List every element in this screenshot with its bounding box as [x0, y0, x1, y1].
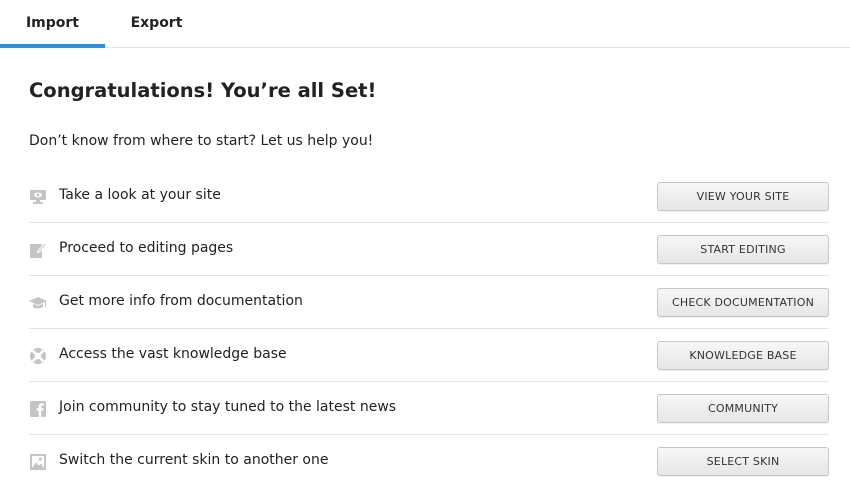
monitor-icon: [30, 190, 46, 204]
action-label: Get more info from documentation: [59, 293, 303, 309]
action-label: Join community to stay tuned to the late…: [59, 399, 397, 415]
action-row-community: Join community to stay tuned to the late…: [29, 382, 829, 435]
page-subtitle: Don’t know from where to start? Let us h…: [29, 133, 374, 149]
community-button[interactable]: COMMUNITY: [657, 394, 829, 423]
action-list: Take a look at your site VIEW YOUR SITE …: [29, 170, 829, 488]
select-skin-button[interactable]: SELECT SKIN: [657, 447, 829, 476]
image-icon: [30, 454, 46, 470]
lifebuoy-icon: [30, 348, 46, 364]
action-row-start-editing: Proceed to editing pages START EDITING: [29, 223, 829, 276]
tab-import[interactable]: Import: [0, 0, 105, 48]
tab-bar: Import Export: [0, 0, 850, 48]
action-label: Take a look at your site: [59, 187, 221, 203]
edit-icon: [30, 242, 47, 258]
action-row-view-site: Take a look at your site VIEW YOUR SITE: [29, 170, 829, 223]
action-label: Proceed to editing pages: [59, 240, 234, 256]
action-label: Access the vast knowledge base: [59, 346, 287, 362]
action-label: Switch the current skin to another one: [59, 452, 329, 468]
action-row-documentation: Get more info from documentation CHECK D…: [29, 276, 829, 329]
check-documentation-button[interactable]: CHECK DOCUMENTATION: [657, 288, 829, 317]
action-row-select-skin: Switch the current skin to another one S…: [29, 435, 829, 488]
graduation-cap-icon: [29, 297, 47, 309]
view-your-site-button[interactable]: VIEW YOUR SITE: [657, 182, 829, 211]
start-editing-button[interactable]: START EDITING: [657, 235, 829, 264]
facebook-icon: [30, 401, 46, 417]
action-row-knowledge-base: Access the vast knowledge base KNOWLEDGE…: [29, 329, 829, 382]
tab-export[interactable]: Export: [105, 0, 208, 48]
knowledge-base-button[interactable]: KNOWLEDGE BASE: [657, 341, 829, 370]
page-title: Congratulations! You’re all Set!: [29, 79, 377, 102]
